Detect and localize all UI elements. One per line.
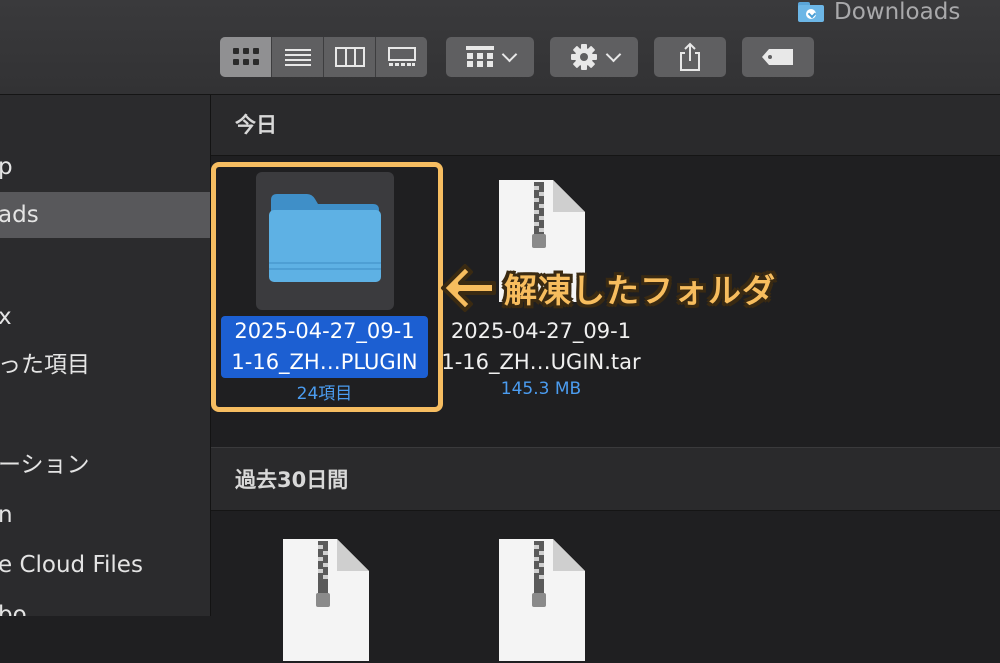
sidebar-item-label: ads <box>0 202 39 228</box>
sidebar-item-recents[interactable]: った項目 <box>0 342 210 388</box>
list-view-button[interactable] <box>272 37 324 77</box>
window-title-text: Downloads <box>834 0 961 25</box>
sidebar-item-label: e Cloud Files <box>0 552 143 578</box>
highlight-box <box>211 162 443 412</box>
sidebar: p ads x った項目 ーション n e Cloud Files bo <box>0 95 211 616</box>
sidebar-item-label: n <box>0 492 13 538</box>
archive-file-icon <box>283 539 369 661</box>
group-grid-icon <box>465 46 494 67</box>
section-header-past-30-days: 過去30日間 <box>211 448 1000 511</box>
sidebar-item-bo[interactable]: bo <box>0 592 210 616</box>
grid-icon <box>232 48 259 65</box>
chevron-down-icon <box>501 46 517 62</box>
chevron-down-icon <box>605 46 621 62</box>
sidebar-item-dropbox[interactable]: x <box>0 294 210 340</box>
section-label: 過去30日間 <box>235 468 349 492</box>
window-title: Downloads <box>798 0 961 25</box>
file-name: 2025-04-27_09-1 1-16_ZH…UGIN.tar <box>441 316 641 378</box>
list-icon <box>284 49 311 66</box>
columns-icon <box>334 47 365 67</box>
sidebar-item-applications[interactable]: ーション <box>0 442 210 488</box>
downloads-folder-icon <box>798 2 824 22</box>
sidebar-item-label: った項目 <box>0 352 90 378</box>
share-icon <box>680 42 700 71</box>
annotation-text: 解凍したフォルダ <box>504 271 776 310</box>
icon-view-button[interactable] <box>220 37 272 77</box>
action-button[interactable] <box>550 37 638 77</box>
tag-button[interactable] <box>742 37 814 77</box>
sidebar-item-label: ーション <box>0 452 90 478</box>
sidebar-item-label: x <box>0 294 12 340</box>
toolbar: Downloads <box>0 0 1000 95</box>
section-label: 今日 <box>235 113 277 137</box>
gallery-icon <box>387 47 416 66</box>
file-name-line1: 2025-04-27_09-1 <box>450 319 632 343</box>
column-view-button[interactable] <box>324 37 376 77</box>
gear-icon <box>570 44 597 70</box>
sidebar-item-cloud-files[interactable]: e Cloud Files <box>0 542 210 588</box>
arrow-left-icon <box>441 264 496 312</box>
file-name-line2: 1-16_ZH…UGIN.tar <box>441 350 641 374</box>
tag-icon <box>762 49 793 65</box>
sidebar-item-desktop[interactable]: p <box>0 144 210 190</box>
gallery-view-button[interactable] <box>376 37 427 77</box>
group-button[interactable] <box>446 37 534 77</box>
sidebar-item-downloads[interactable]: ads <box>0 192 210 238</box>
sidebar-item-n[interactable]: n <box>0 492 210 538</box>
file-meta: 145.3 MB <box>500 379 582 399</box>
annotation-callout: 解凍したフォルダ <box>440 263 776 313</box>
archive-file-icon <box>499 539 585 661</box>
section-header-today: 今日 <box>211 95 1000 156</box>
sidebar-item-label: bo <box>0 602 27 616</box>
share-button[interactable] <box>654 37 726 77</box>
sidebar-item-label: p <box>0 144 13 190</box>
view-mode-control <box>220 37 427 77</box>
